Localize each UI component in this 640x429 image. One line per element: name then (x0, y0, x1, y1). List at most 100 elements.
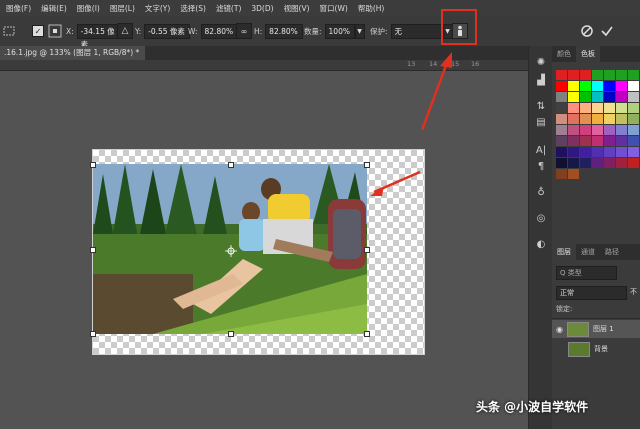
transform-handle[interactable] (364, 247, 370, 253)
color-swatch[interactable] (604, 114, 615, 124)
color-swatch[interactable] (556, 92, 567, 102)
color-swatch[interactable] (616, 70, 627, 80)
color-swatch[interactable] (592, 92, 603, 102)
transform-handle[interactable] (90, 162, 96, 168)
color-swatch[interactable] (592, 158, 603, 168)
color-swatch[interactable] (568, 103, 579, 113)
character-icon[interactable]: A| (534, 144, 548, 158)
menu-select[interactable]: 选择(S) (180, 3, 206, 14)
menu-file[interactable]: 图像(F) (6, 3, 31, 14)
color-swatch[interactable] (568, 136, 579, 146)
layer-row[interactable]: ◉ 图层 1 (552, 320, 640, 338)
color-swatch[interactable] (592, 125, 603, 135)
color-swatch[interactable] (568, 92, 579, 102)
menu-type[interactable]: 文字(Y) (145, 3, 170, 14)
tab-layers[interactable]: 图层 (552, 244, 576, 260)
color-swatch[interactable] (616, 92, 627, 102)
color-swatch[interactable] (580, 81, 591, 91)
menu-3d[interactable]: 3D(D) (251, 4, 273, 13)
link-icon[interactable]: ∞ (236, 23, 252, 39)
color-swatch[interactable] (556, 103, 567, 113)
color-swatch[interactable] (556, 136, 567, 146)
transform-handle[interactable] (228, 331, 234, 337)
color-swatch[interactable] (568, 169, 579, 179)
histogram-icon[interactable]: ▟ (534, 74, 548, 88)
color-swatch[interactable] (628, 114, 639, 124)
color-swatch[interactable] (568, 158, 579, 168)
color-swatch[interactable] (628, 147, 639, 157)
menu-filter[interactable]: 滤镜(T) (216, 3, 241, 14)
color-swatch[interactable] (592, 81, 603, 91)
color-swatch[interactable] (580, 147, 591, 157)
color-swatch[interactable] (604, 103, 615, 113)
color-swatch[interactable] (580, 158, 591, 168)
color-swatch[interactable] (556, 158, 567, 168)
transform-handle[interactable] (90, 331, 96, 337)
menu-window[interactable]: 窗口(W) (320, 3, 348, 14)
color-swatch[interactable] (568, 147, 579, 157)
layer-filter-select[interactable]: Q 类型 (556, 266, 617, 280)
color-swatch[interactable] (628, 125, 639, 135)
eye-icon[interactable]: ◉ (556, 325, 563, 334)
color-swatch[interactable] (628, 103, 639, 113)
menu-help[interactable]: 帮助(H) (358, 3, 385, 14)
document-tab[interactable]: .16.1.jpg @ 133% (图层 1, RGB/8*) * (0, 46, 146, 60)
color-swatch[interactable] (628, 158, 639, 168)
color-swatch[interactable] (568, 70, 579, 80)
color-swatch[interactable] (628, 81, 639, 91)
color-swatch[interactable] (616, 103, 627, 113)
color-swatch[interactable] (616, 158, 627, 168)
color-swatch[interactable] (604, 70, 615, 80)
menu-view[interactable]: 视图(V) (284, 3, 310, 14)
transform-icon[interactable] (2, 23, 16, 39)
protect-select[interactable]: 无 (390, 23, 443, 39)
color-swatch[interactable] (592, 147, 603, 157)
menu-layer[interactable]: 图层(L) (110, 3, 135, 14)
color-swatch[interactable] (556, 125, 567, 135)
color-swatch[interactable] (616, 114, 627, 124)
color-swatch[interactable] (628, 70, 639, 80)
paragraph-icon[interactable]: ¶ (534, 160, 548, 174)
color-swatch[interactable] (580, 125, 591, 135)
chevron-down-icon[interactable]: ▼ (354, 23, 365, 39)
y-field[interactable]: -0.55 像素 (144, 23, 191, 39)
tab-channels[interactable]: 通道 (576, 244, 600, 260)
transform-handle[interactable] (228, 162, 234, 168)
color-swatch[interactable] (580, 70, 591, 80)
cancel-transform-icon[interactable] (580, 23, 594, 39)
brightness-icon[interactable]: ✺ (534, 56, 548, 70)
amount-field[interactable]: 100% (324, 23, 355, 39)
color-swatch[interactable] (580, 103, 591, 113)
transform-handle[interactable] (364, 331, 370, 337)
color-swatch[interactable] (604, 158, 615, 168)
color-swatch[interactable] (556, 147, 567, 157)
color-swatch[interactable] (580, 114, 591, 124)
color-swatch[interactable] (616, 147, 627, 157)
contrast-icon[interactable]: ◐ (534, 238, 548, 252)
color-swatch[interactable] (580, 92, 591, 102)
color-swatch[interactable] (604, 81, 615, 91)
height-field[interactable]: 82.80% (265, 23, 304, 39)
blend-mode-select[interactable]: 正常 (556, 286, 627, 300)
tab-swatches[interactable]: 色板 (576, 46, 600, 62)
color-swatch[interactable] (604, 136, 615, 146)
color-swatch[interactable] (616, 125, 627, 135)
layer-row[interactable]: 背景 (552, 340, 640, 358)
color-swatch[interactable] (592, 70, 603, 80)
menu-edit[interactable]: 编辑(E) (41, 3, 67, 14)
color-swatch[interactable] (616, 81, 627, 91)
color-swatch[interactable] (592, 114, 603, 124)
color-swatch[interactable] (604, 125, 615, 135)
layer-comps-icon[interactable]: ▤ (534, 116, 548, 130)
commit-transform-icon[interactable] (600, 23, 614, 39)
reference-point-icon[interactable] (48, 23, 62, 39)
relative-position-icon[interactable]: △ (117, 23, 133, 39)
lightbulb-icon[interactable]: ♁ (534, 186, 548, 200)
color-swatch[interactable] (556, 114, 567, 124)
color-swatch[interactable] (556, 70, 567, 80)
color-swatch[interactable] (604, 147, 615, 157)
color-swatch[interactable] (628, 92, 639, 102)
color-swatch[interactable] (556, 169, 567, 179)
color-swatch[interactable] (616, 136, 627, 146)
tab-color[interactable]: 颜色 (552, 46, 576, 62)
